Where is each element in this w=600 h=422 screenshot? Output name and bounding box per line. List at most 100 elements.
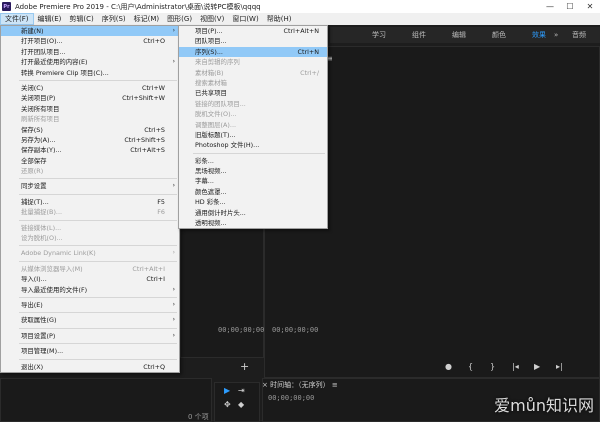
file_menu-item-7[interactable]: 关闭项目(P) Ctrl+Shift+W	[1, 93, 179, 103]
file_menu-item-22[interactable]: 设为脱机(O)...	[1, 233, 179, 243]
menu-1[interactable]: 编辑(E)	[34, 13, 66, 25]
file_menu-item-27[interactable]: 导入(I)... Ctrl+I	[1, 274, 179, 284]
out-point-icon[interactable]: }	[490, 362, 495, 371]
file_menu-item-9[interactable]: 刷新所有项目	[1, 114, 179, 124]
new_submenu-item-2[interactable]: 序列(S)... Ctrl+N	[179, 46, 327, 58]
menu-item-label: 保存副本(Y)...	[21, 146, 62, 155]
submenu-arrow-icon: ›	[172, 285, 175, 293]
submenu-arrow-icon: ›	[172, 249, 175, 257]
step-back-icon[interactable]: |◂	[512, 362, 519, 371]
new_submenu-item-14[interactable]: 黑场视频...	[179, 166, 327, 176]
new_submenu-item-7[interactable]: 链接的团队项目...	[179, 99, 327, 109]
new_submenu-item-10[interactable]: 旧版标题(T)...	[179, 130, 327, 140]
menu-item-label: 获取属性(G)	[21, 316, 57, 325]
menu-separator	[19, 79, 177, 81]
file_menu-item-2[interactable]: 打开团队项目...	[1, 47, 179, 57]
new_submenu-item-17[interactable]: HD 彩条...	[179, 197, 327, 207]
timeline-close-icon[interactable]: ×	[262, 381, 268, 389]
menu-3[interactable]: 序列(S)	[98, 13, 130, 25]
tabs-more-icon[interactable]: »	[554, 27, 558, 43]
tab-color[interactable]: 颜色	[492, 27, 506, 43]
tab-effects[interactable]: 效果	[532, 27, 546, 43]
file_menu-item-11[interactable]: 另存为(A)... Ctrl+Shift+S	[1, 135, 179, 145]
track-select-icon[interactable]: ⇥	[238, 386, 245, 395]
new_submenu-item-0[interactable]: 项目(P)... Ctrl+Alt+N	[179, 26, 327, 36]
new_submenu-item-9[interactable]: 调整图层(A)...	[179, 120, 327, 130]
new_submenu-item-1[interactable]: 团队项目...	[179, 36, 327, 46]
new_submenu-item-4[interactable]: 素材箱(B) Ctrl+/	[179, 68, 327, 78]
tab-assembly[interactable]: 组件	[412, 27, 426, 43]
new_submenu-item-5[interactable]: 搜索素材箱	[179, 78, 327, 88]
file_menu-item-19[interactable]: 批量捕捉(B)... F6	[1, 207, 179, 217]
step-forward-icon[interactable]: ▸|	[556, 362, 563, 371]
menu-item-label: 彩条...	[195, 156, 214, 165]
new_submenu-item-11[interactable]: Photoshop 文件(H)...	[179, 140, 327, 150]
file_menu-item-0[interactable]: 新建(N) ›	[1, 26, 179, 37]
file_menu-item-30[interactable]: 导出(E) ›	[1, 300, 179, 310]
menu-separator	[19, 296, 177, 298]
menu-5[interactable]: 图形(G)	[163, 13, 196, 25]
file_menu-item-36[interactable]: 项目管理(M)...	[1, 346, 179, 356]
file_menu-item-3[interactable]: 打开最近使用的内容(E) ›	[1, 57, 179, 67]
file_menu-item-6[interactable]: 关闭(C) Ctrl+W	[1, 83, 179, 93]
file_menu-item-4[interactable]: 转换 Premiere Clip 项目(C)...	[1, 68, 179, 78]
file_menu-item-26[interactable]: 从媒体浏览器导入(M) Ctrl+Alt+I	[1, 264, 179, 274]
timeline-menu-icon[interactable]: ≡	[332, 381, 338, 389]
file_menu-item-16[interactable]: 同步设置 ›	[1, 181, 179, 191]
in-point-icon[interactable]: {	[468, 362, 473, 371]
tools-panel	[214, 382, 260, 422]
file_menu-item-34[interactable]: 项目设置(P) ›	[1, 331, 179, 341]
menu-7[interactable]: 窗口(W)	[228, 13, 262, 25]
maximize-icon[interactable]: ☐	[560, 0, 580, 13]
file_menu-item-8[interactable]: 关闭所有项目	[1, 104, 179, 114]
play-icon[interactable]: ▶	[534, 362, 540, 371]
minimize-icon[interactable]: —	[540, 0, 560, 13]
menu-item-shortcut: Ctrl+W	[141, 83, 165, 92]
file_menu-item-10[interactable]: 保存(S) Ctrl+S	[1, 125, 179, 135]
new_submenu-item-18[interactable]: 通用倒计时片头...	[179, 208, 327, 218]
new_submenu-item-16[interactable]: 颜色遮罩...	[179, 187, 327, 197]
selection-tool-icon[interactable]: ▶	[224, 386, 230, 395]
tab-learn[interactable]: 学习	[372, 27, 386, 43]
menu-4[interactable]: 标记(M)	[130, 13, 164, 25]
razor-tool-icon[interactable]: ◆	[238, 400, 244, 409]
file_menu-item-24[interactable]: Adobe Dynamic Link(K) ›	[1, 248, 179, 258]
ripple-edit-icon[interactable]: ✥	[224, 400, 231, 409]
file_menu-item-28[interactable]: 导入最近使用的文件(F) ›	[1, 285, 179, 295]
menu-6[interactable]: 视图(V)	[196, 13, 228, 25]
menu-item-label: 刷新所有项目	[21, 115, 60, 124]
menu-item-label: 新建(N)	[21, 27, 44, 35]
menu-item-label: HD 彩条...	[195, 198, 226, 207]
workspace-tabs: 学习 组件 编辑 颜色 效果 » 音频	[330, 27, 600, 43]
file_menu-item-14[interactable]: 还原(R)	[1, 166, 179, 176]
file_menu-item-32[interactable]: 获取属性(G) ›	[1, 315, 179, 325]
menu-2[interactable]: 剪辑(C)	[65, 13, 97, 25]
file_menu-item-21[interactable]: 链接媒体(L)...	[1, 223, 179, 233]
menu-item-label: 设为脱机(O)...	[21, 234, 63, 243]
marker-icon[interactable]: ●	[445, 362, 452, 371]
window-controls: — ☐ ✕	[540, 0, 600, 13]
tab-editing[interactable]: 编辑	[452, 27, 466, 43]
tab-audio[interactable]: 音频	[572, 27, 586, 43]
file_menu-item-38[interactable]: 退出(X) Ctrl+Q	[1, 362, 179, 372]
file_menu-item-12[interactable]: 保存副本(Y)... Ctrl+Alt+S	[1, 145, 179, 155]
new_submenu-item-6[interactable]: 已共享项目	[179, 88, 327, 98]
menu-item-label: 关闭(C)	[21, 83, 44, 92]
title-bar: Pr Adobe Premiere Pro 2019 - C:\用户\Admin…	[0, 0, 600, 13]
menu-8[interactable]: 帮助(H)	[263, 13, 296, 25]
menu-0[interactable]: 文件(F)	[0, 13, 34, 25]
new_submenu-item-19[interactable]: 透明视频...	[179, 218, 327, 228]
close-icon[interactable]: ✕	[580, 0, 600, 13]
new_submenu-item-8[interactable]: 脱机文件(O)...	[179, 109, 327, 119]
menu-item-shortcut: Ctrl+N	[297, 47, 319, 56]
file_menu-item-18[interactable]: 捕捉(T)... F5	[1, 197, 179, 207]
new_submenu-item-15[interactable]: 字幕...	[179, 176, 327, 186]
submenu-arrow-icon: ›	[172, 331, 175, 339]
add-icon[interactable]: +	[240, 360, 249, 373]
file_menu-item-13[interactable]: 全部保存	[1, 156, 179, 166]
new_submenu-item-13[interactable]: 彩条...	[179, 156, 327, 166]
new_submenu-item-3[interactable]: 来自剪辑的序列	[179, 57, 327, 67]
submenu-arrow-icon: ›	[172, 316, 175, 324]
menu-separator	[193, 152, 325, 154]
file_menu-item-1[interactable]: 打开项目(O)... Ctrl+O	[1, 36, 179, 46]
